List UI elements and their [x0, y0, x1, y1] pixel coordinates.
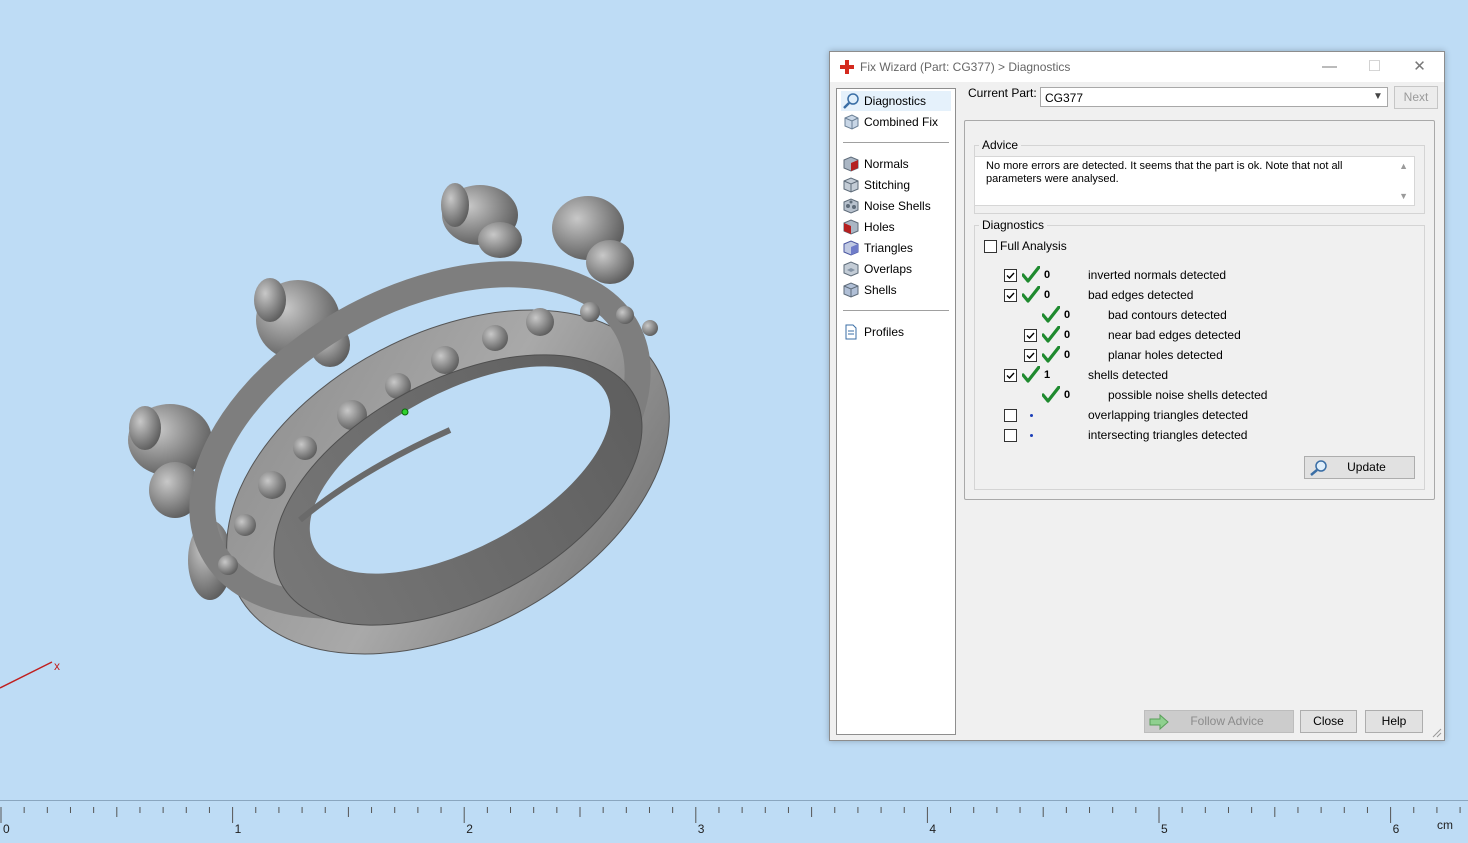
- resize-grip-icon[interactable]: [1432, 728, 1442, 738]
- green-check-icon: [1022, 286, 1040, 303]
- advice-group-title: Advice: [979, 138, 1022, 152]
- scroll-down-icon[interactable]: ▼: [1399, 191, 1408, 201]
- triangles-cube-icon: [843, 240, 859, 256]
- advice-textbox: No more errors are detected. It seems th…: [974, 156, 1415, 206]
- fix-wizard-dialog: Fix Wizard (Part: CG377) > Diagnostics —…: [829, 51, 1445, 741]
- ruler-unit: cm: [1437, 818, 1453, 832]
- nav-separator: [843, 142, 949, 143]
- current-part-select[interactable]: CG377 ▼: [1040, 87, 1388, 107]
- diagnostic-checkbox[interactable]: [1024, 329, 1037, 342]
- red-cross-icon: [840, 60, 854, 74]
- diagnostic-count: 1: [1044, 369, 1051, 381]
- window-title: Fix Wizard (Part: CG377) > Diagnostics: [860, 60, 1071, 74]
- close-window-button[interactable]: ✕: [1397, 52, 1442, 82]
- ruler-ticks: [0, 807, 1461, 823]
- checkmark-icon: [1006, 372, 1015, 380]
- diagnostic-checkbox[interactable]: [1004, 429, 1017, 442]
- profiles-document-icon: [845, 324, 857, 340]
- green-check-icon: [1042, 386, 1060, 403]
- crown-ring-model[interactable]: [0, 0, 820, 790]
- diagnostic-label: overlapping triangles detected: [1088, 408, 1249, 422]
- green-check-icon: [1042, 326, 1060, 343]
- overlaps-cube-icon: [843, 261, 859, 277]
- diagnostic-label: bad contours detected: [1108, 308, 1227, 322]
- diagnostic-count: 0: [1064, 329, 1071, 341]
- ruler-label: 2: [466, 822, 473, 836]
- current-part-label: Current Part:: [968, 86, 1037, 100]
- green-check-icon: [1042, 346, 1060, 363]
- checkmark-icon: [1006, 292, 1015, 300]
- shells-cube-icon: [843, 282, 859, 298]
- ruler: [0, 800, 1468, 843]
- nav-item-triangles[interactable]: Triangles: [841, 238, 951, 258]
- nav-item-stitching[interactable]: Stitching: [841, 175, 951, 195]
- next-button[interactable]: Next: [1394, 86, 1438, 109]
- nav-item-profiles[interactable]: Profiles: [841, 322, 951, 342]
- nav-item-holes[interactable]: Holes: [841, 217, 951, 237]
- diagnostic-count: 0: [1064, 349, 1071, 361]
- noise-shells-cube-icon: [843, 198, 859, 214]
- diagnostic-label: inverted normals detected: [1088, 268, 1227, 282]
- ruler-label: 5: [1161, 822, 1168, 836]
- stitching-cube-icon: [843, 177, 859, 193]
- ruler-label: 4: [929, 822, 937, 836]
- titlebar[interactable]: Fix Wizard (Part: CG377) > Diagnostics —…: [830, 52, 1444, 82]
- diagnostic-count: 0: [1064, 389, 1071, 401]
- green-check-icon: [1022, 366, 1040, 383]
- ruler-label: 1: [234, 822, 242, 836]
- help-button[interactable]: Help: [1365, 710, 1423, 733]
- close-button[interactable]: Close: [1300, 710, 1357, 733]
- full-analysis-label: Full Analysis: [1000, 239, 1067, 253]
- diagnostic-checkbox[interactable]: [1004, 369, 1017, 382]
- nav-item-overlaps[interactable]: Overlaps: [841, 259, 951, 279]
- magnifier-icon: [843, 93, 859, 109]
- follow-advice-button[interactable]: Follow Advice: [1144, 710, 1294, 733]
- checkmark-icon: [1026, 352, 1035, 360]
- ruler-label: 0: [3, 822, 10, 836]
- not-analysed-dot-icon: [1030, 414, 1033, 417]
- chevron-down-icon[interactable]: ▼: [1371, 89, 1385, 105]
- scroll-up-icon[interactable]: ▲: [1399, 161, 1408, 171]
- minimize-button[interactable]: —: [1307, 52, 1352, 82]
- x-axis-label: x: [54, 659, 60, 673]
- diagnostic-checkbox[interactable]: [1004, 409, 1017, 422]
- diagnostics-group-title: Diagnostics: [979, 218, 1048, 232]
- checkmark-icon: [1026, 332, 1035, 340]
- diagnostic-label: near bad edges detected: [1108, 328, 1241, 342]
- arrow-right-icon: [1149, 713, 1169, 731]
- nav-item-noise-shells[interactable]: Noise Shells: [841, 196, 951, 216]
- diagnostic-checkbox[interactable]: [1004, 269, 1017, 282]
- diagnostic-label: shells detected: [1088, 368, 1169, 382]
- advice-text: No more errors are detected. It seems th…: [986, 160, 1343, 185]
- combined-fix-icon: [844, 114, 859, 130]
- not-analysed-dot-icon: [1030, 434, 1033, 437]
- current-part-value: CG377: [1045, 91, 1084, 105]
- diagnostic-count: 0: [1044, 269, 1051, 281]
- nav-separator: [843, 310, 949, 311]
- diagnostic-checkbox[interactable]: [1004, 289, 1017, 302]
- maximize-button[interactable]: ☐: [1352, 52, 1397, 82]
- update-button[interactable]: Update: [1304, 456, 1415, 479]
- checkmark-icon: [1006, 272, 1015, 280]
- wizard-nav: Diagnostics Combined Fix Normals Stitchi…: [836, 88, 956, 735]
- green-check-icon: [1042, 306, 1060, 323]
- diagnostic-label: intersecting triangles detected: [1088, 428, 1248, 442]
- nav-item-diagnostics[interactable]: Diagnostics: [841, 91, 951, 111]
- holes-cube-icon: [843, 219, 859, 235]
- nav-item-normals[interactable]: Normals: [841, 154, 951, 174]
- nav-item-combined-fix[interactable]: Combined Fix: [841, 112, 951, 132]
- ruler-label: 3: [697, 822, 705, 836]
- full-analysis-checkbox[interactable]: [984, 240, 997, 253]
- diagnostic-count: 0: [1064, 309, 1071, 321]
- diagnostic-label: bad edges detected: [1088, 288, 1194, 302]
- diagnostic-label: possible noise shells detected: [1108, 388, 1268, 402]
- diagnostic-checkbox[interactable]: [1024, 349, 1037, 362]
- nav-item-shells[interactable]: Shells: [841, 280, 951, 300]
- magnifier-icon: [1310, 460, 1327, 476]
- normals-cube-icon: [843, 156, 859, 172]
- diagnostic-count: 0: [1044, 289, 1051, 301]
- diagnostic-label: planar holes detected: [1108, 348, 1223, 362]
- ruler-label: 6: [1392, 822, 1400, 836]
- green-check-icon: [1022, 266, 1040, 283]
